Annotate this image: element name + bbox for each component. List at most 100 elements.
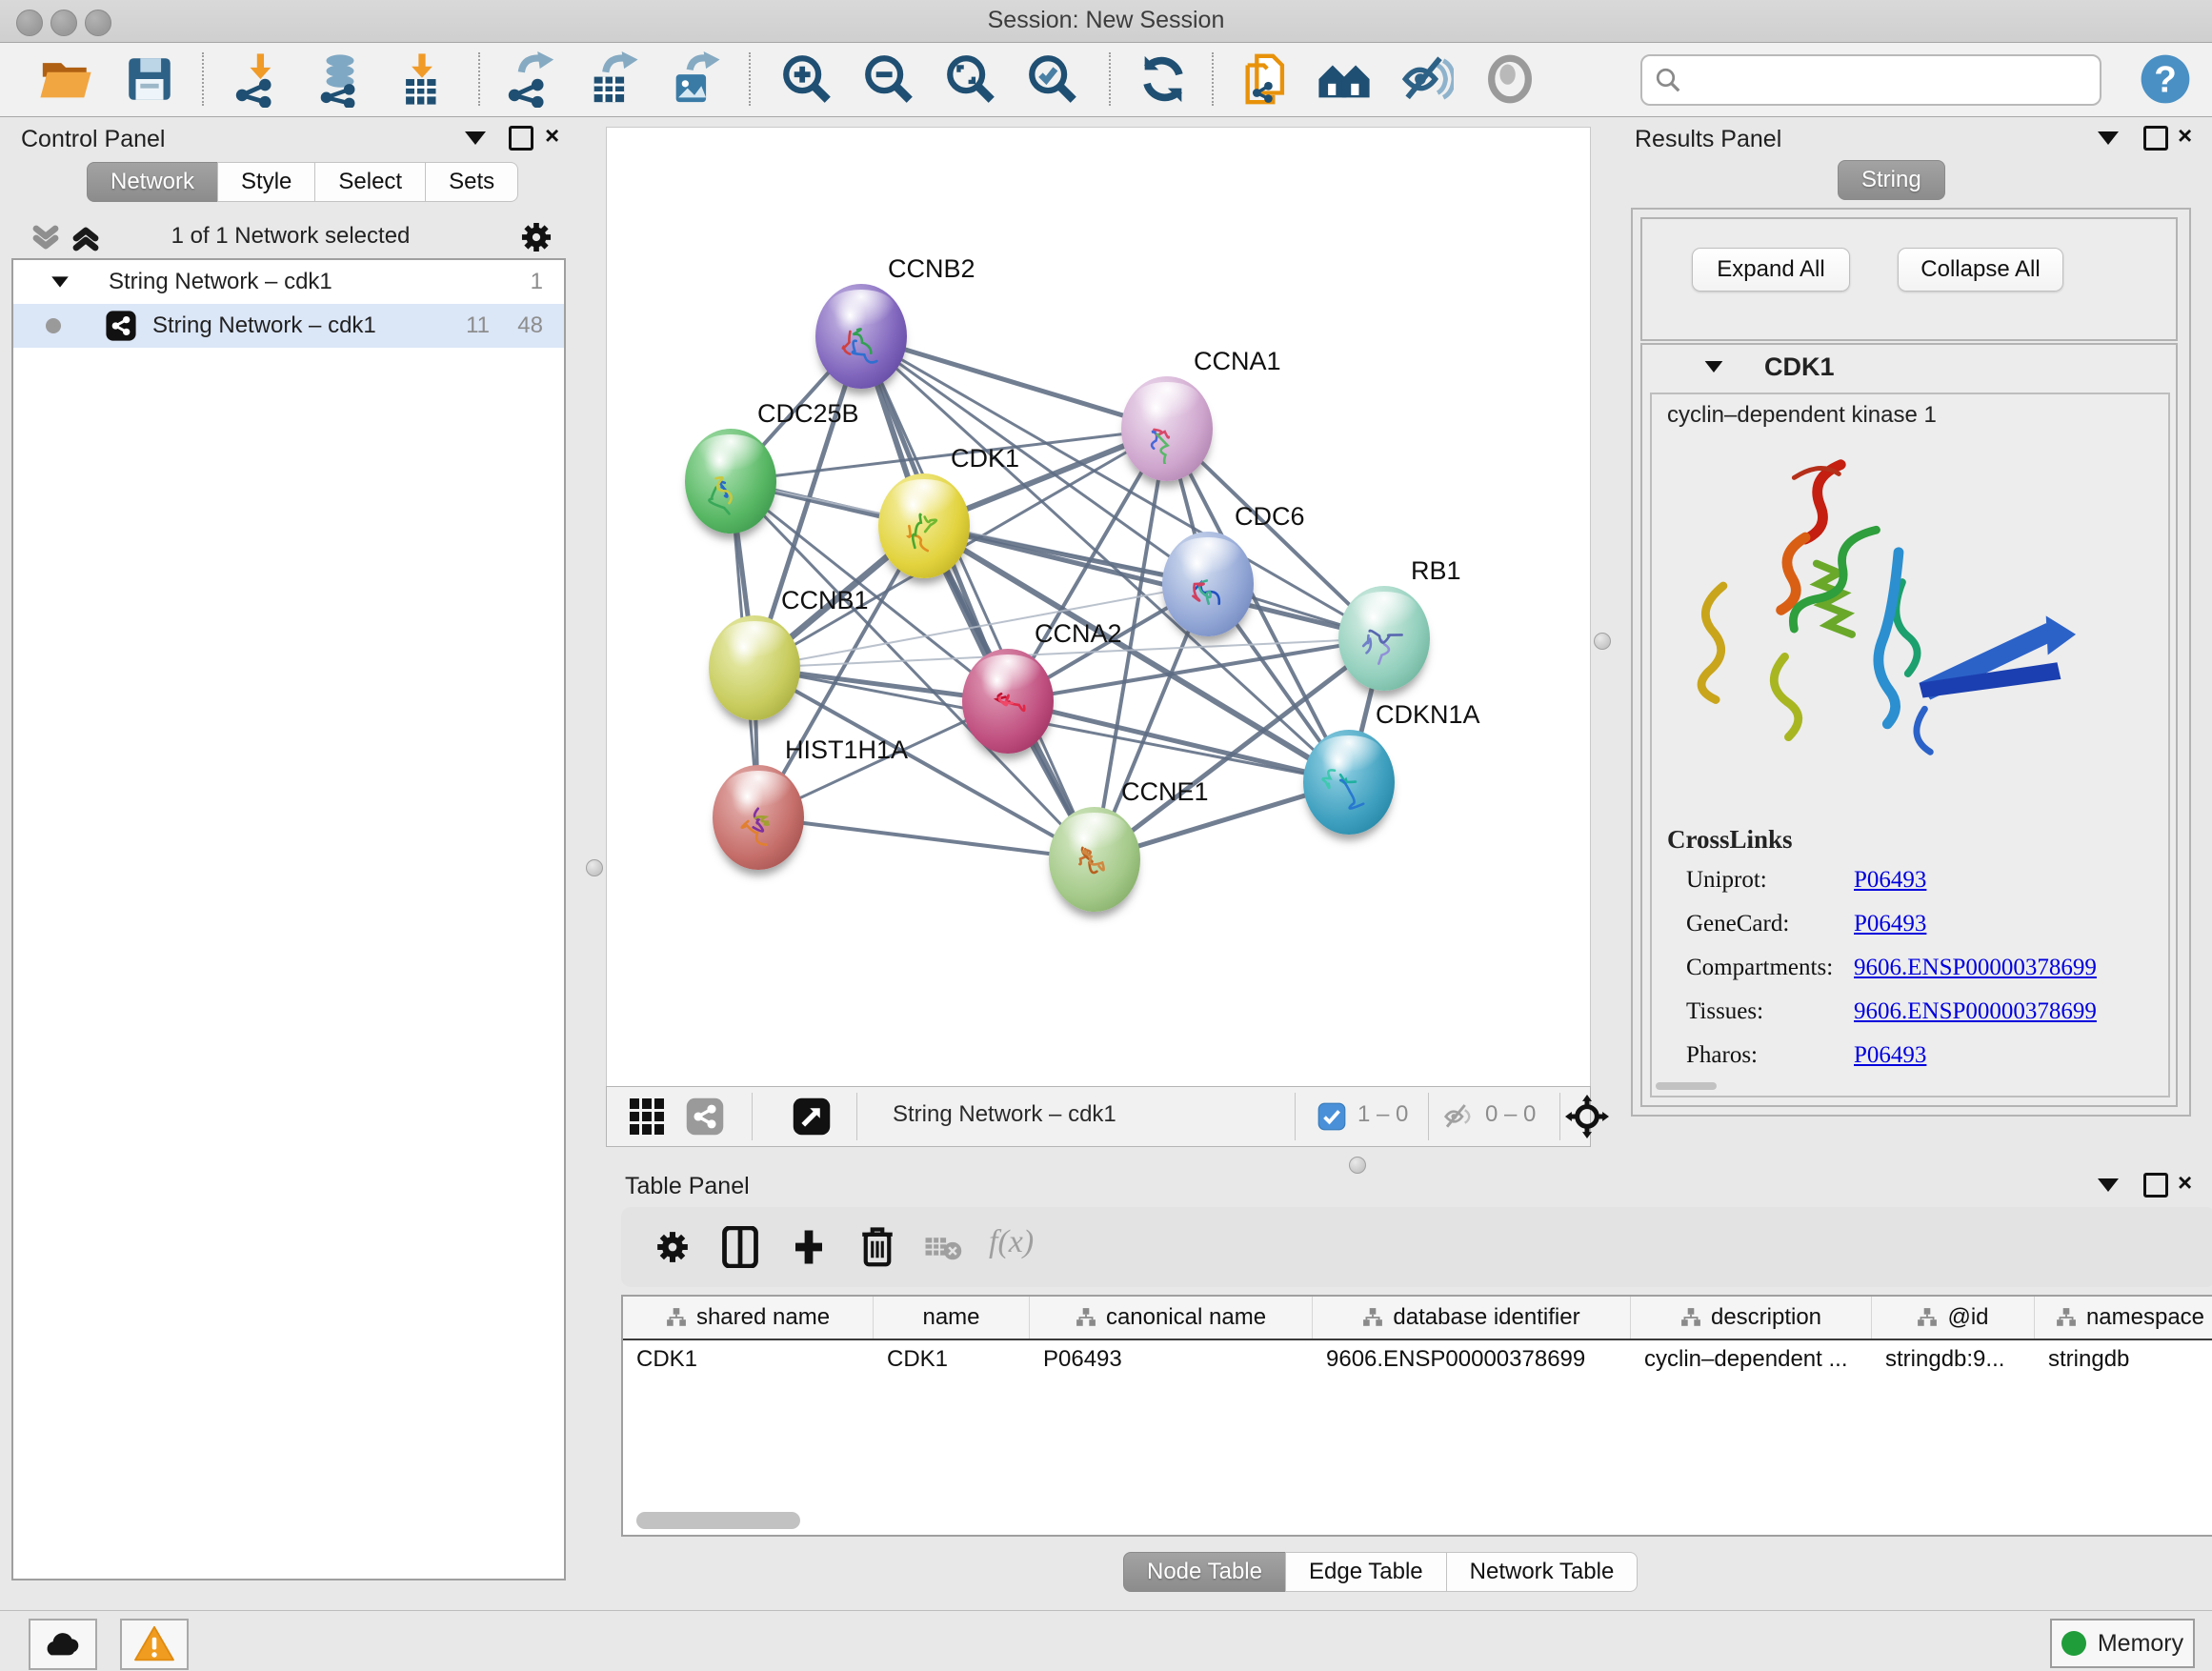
network-node-cdc6[interactable]: [1162, 532, 1254, 636]
network-edge[interactable]: [861, 336, 1095, 859]
update-view-icon[interactable]: [1136, 50, 1191, 108]
control-panel-float-icon[interactable]: [509, 126, 533, 151]
table-toolbar: f(x): [621, 1207, 2212, 1287]
table-cell[interactable]: stringdb:9...: [1872, 1339, 2034, 1379]
open-file-icon[interactable]: [38, 50, 93, 108]
table-panel-close-icon[interactable]: ×: [2178, 1170, 2192, 1195]
collapse-all-button[interactable]: Collapse All: [1898, 248, 2063, 292]
grid-view-icon[interactable]: [630, 1098, 666, 1135]
column-header-namespace[interactable]: namespace: [2035, 1297, 2212, 1339]
gear-icon[interactable]: [518, 219, 554, 255]
crosslink-value-link[interactable]: 9606.ENSP00000378699: [1854, 955, 2097, 981]
tab-style[interactable]: Style: [217, 162, 315, 202]
column-header-name[interactable]: name: [874, 1297, 1030, 1339]
tab-sets[interactable]: Sets: [425, 162, 518, 202]
vertical-splitter-handle[interactable]: [586, 859, 603, 876]
network-view-icon[interactable]: [685, 1097, 725, 1137]
tab-select[interactable]: Select: [314, 162, 426, 202]
results-panel-menu-icon[interactable]: [2098, 131, 2119, 145]
add-column-icon[interactable]: [789, 1226, 829, 1268]
hide-unhide-icon[interactable]: [1398, 50, 1454, 108]
cloud-status-button[interactable]: [29, 1619, 97, 1670]
table-cell[interactable]: P06493: [1030, 1339, 1312, 1379]
control-panel-close-icon[interactable]: ×: [545, 123, 559, 148]
node-table[interactable]: shared namenamecanonical namedatabase id…: [621, 1295, 2212, 1537]
crosslink-value-link[interactable]: P06493: [1854, 1042, 1926, 1069]
memory-button[interactable]: Memory: [2050, 1619, 2195, 1668]
tab-edge-table[interactable]: Edge Table: [1285, 1552, 1447, 1592]
network-node-ccne1[interactable]: [1049, 807, 1140, 912]
tab-network[interactable]: Network: [87, 162, 218, 202]
network-node-ccna2[interactable]: [962, 649, 1054, 754]
column-header-canonical-name[interactable]: canonical name: [1030, 1297, 1313, 1339]
show-panel-icon[interactable]: [1482, 50, 1538, 108]
table-cell[interactable]: CDK1: [623, 1339, 873, 1379]
import-network-from-database-icon[interactable]: [312, 50, 368, 108]
zoom-in-icon[interactable]: [779, 50, 835, 108]
import-table-from-file-icon[interactable]: [394, 50, 450, 108]
help-icon[interactable]: ?: [2138, 50, 2193, 108]
network-edge[interactable]: [924, 526, 1384, 638]
crosslink-value-link[interactable]: 9606.ENSP00000378699: [1854, 998, 2097, 1025]
network-edge[interactable]: [861, 336, 1167, 429]
gene-section-expander-icon[interactable]: [1705, 361, 1723, 372]
export-image-icon[interactable]: [667, 50, 722, 108]
network-node-ccnb2[interactable]: [815, 284, 907, 389]
column-type-icon: [1362, 1307, 1383, 1328]
column-header-shared-name[interactable]: shared name: [623, 1297, 874, 1339]
export-table-icon[interactable]: [585, 50, 640, 108]
tab-node-table[interactable]: Node Table: [1123, 1552, 1286, 1592]
results-panel-close-icon[interactable]: ×: [2178, 123, 2192, 148]
network-view-canvas[interactable]: CCNB2CCNA1CDC25BCDK1CDC6RB1CCNB1CCNA2CDK…: [606, 127, 1591, 1088]
column-header--id[interactable]: @id: [1872, 1297, 2035, 1339]
selected-checkbox-icon[interactable]: [1317, 1102, 1346, 1131]
network-collection-row[interactable]: String Network – cdk1 1: [13, 260, 564, 304]
expand-all-button[interactable]: Expand All: [1692, 248, 1850, 292]
network-row-selected[interactable]: String Network – cdk1 11 48: [13, 304, 564, 348]
network-node-cdkn1a[interactable]: [1303, 730, 1395, 835]
crosslink-value-link[interactable]: P06493: [1854, 867, 1926, 894]
table-cell[interactable]: cyclin–dependent ...: [1631, 1339, 1871, 1379]
delete-column-icon[interactable]: [857, 1224, 897, 1268]
zoom-selected-icon[interactable]: [1025, 50, 1080, 108]
function-builder-icon[interactable]: f(x): [989, 1224, 1034, 1260]
collection-expander-icon[interactable]: [51, 276, 69, 287]
column-header-database-identifier[interactable]: database identifier: [1313, 1297, 1631, 1339]
zoom-out-icon[interactable]: [861, 50, 916, 108]
results-panel-float-icon[interactable]: [2143, 126, 2168, 151]
network-node-ccna1[interactable]: [1121, 376, 1213, 481]
tab-string[interactable]: String: [1838, 160, 1945, 200]
zoom-fit-icon[interactable]: [943, 50, 998, 108]
control-panel-menu-icon[interactable]: [465, 131, 486, 145]
table-gear-icon[interactable]: [654, 1228, 692, 1266]
crosslink-value-link[interactable]: P06493: [1854, 911, 1926, 937]
import-network-from-file-icon[interactable]: [231, 50, 286, 108]
clone-network-icon[interactable]: [1238, 50, 1294, 108]
network-node-cdk1[interactable]: [878, 473, 970, 578]
table-horizontal-scrollbar-thumb[interactable]: [636, 1512, 800, 1529]
column-header-description[interactable]: description: [1631, 1297, 1872, 1339]
table-panel-menu-icon[interactable]: [2098, 1178, 2119, 1192]
search-input[interactable]: [1692, 60, 2086, 98]
expand-all-icon[interactable]: [70, 223, 103, 253]
delete-table-icon[interactable]: [924, 1234, 962, 1262]
tab-network-table[interactable]: Network Table: [1446, 1552, 1639, 1592]
table-cell[interactable]: 9606.ENSP00000378699: [1313, 1339, 1630, 1379]
show-columns-icon[interactable]: [720, 1226, 760, 1268]
search-field[interactable]: [1640, 54, 2101, 106]
table-cell[interactable]: stringdb: [2035, 1339, 2212, 1379]
birdseye-view-icon[interactable]: [792, 1097, 832, 1137]
network-node-hist1h1a[interactable]: [713, 765, 804, 870]
horizontal-scrollbar-thumb[interactable]: [1656, 1082, 1717, 1090]
network-edge[interactable]: [758, 817, 1095, 859]
network-node-rb1[interactable]: [1338, 586, 1430, 691]
network-node-cdc25b[interactable]: [685, 429, 776, 534]
home-icon[interactable]: [1317, 50, 1372, 108]
network-node-ccnb1[interactable]: [709, 615, 800, 720]
export-network-icon[interactable]: [503, 50, 558, 108]
table-panel-float-icon[interactable]: [2143, 1173, 2168, 1198]
warning-status-button[interactable]: [120, 1619, 189, 1670]
save-session-icon[interactable]: [122, 50, 177, 108]
collapse-all-icon[interactable]: [30, 223, 63, 253]
table-cell[interactable]: CDK1: [874, 1339, 1029, 1379]
